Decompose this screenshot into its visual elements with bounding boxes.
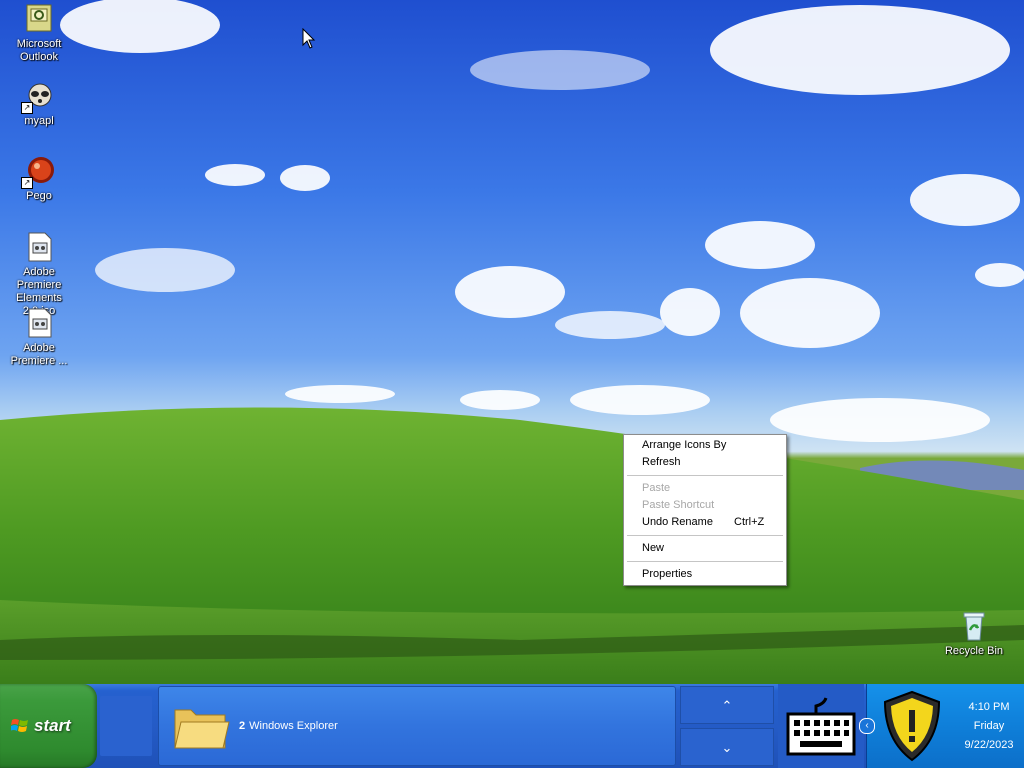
menu-accelerator: Ctrl+Z — [734, 516, 765, 528]
desktop-context-menu: Arrange Icons By Refresh Paste Paste Sho… — [623, 434, 787, 586]
language-bar[interactable] — [778, 684, 864, 768]
taskbar-scroll: ⌃ ⌄ — [678, 684, 776, 768]
menu-item-paste-shortcut[interactable]: Paste Shortcut — [624, 497, 786, 514]
menu-item-undo-rename[interactable]: Undo Rename Ctrl+Z — [624, 514, 786, 531]
menu-item-paste[interactable]: Paste — [624, 480, 786, 497]
menu-separator — [627, 475, 783, 476]
iso-file-icon — [23, 231, 55, 263]
start-button[interactable]: start — [0, 684, 97, 768]
menu-separator — [627, 535, 783, 536]
shortcut-arrow-icon: ↗ — [21, 102, 33, 114]
outlook-icon — [23, 3, 55, 35]
desktop-icon-premiere[interactable]: Adobe Premiere ... — [1, 307, 77, 368]
clock-day: Friday — [973, 720, 1005, 732]
menu-item-properties[interactable]: Properties — [624, 566, 786, 583]
taskbar-scroll-down-button[interactable]: ⌄ — [680, 728, 774, 766]
keyboard-icon — [786, 697, 856, 756]
task-group-count: 2 — [239, 720, 246, 732]
quick-launch-area — [100, 696, 152, 756]
desktop-icon-label: Microsoft Outlook — [16, 38, 62, 63]
desktop-icon-label: Pego — [26, 190, 52, 202]
desktop-icon-myapl[interactable]: ↗ myapl — [1, 80, 77, 128]
menu-item-new[interactable]: New — [624, 540, 786, 557]
desktop-icon-label: Adobe Premiere ... — [10, 342, 68, 367]
shortcut-arrow-icon: ↗ — [21, 177, 33, 189]
desktop[interactable]: Microsoft Outlook ↗ myapl ↗ Pego Adobe P… — [0, 0, 1024, 684]
taskbar-group-windows-explorer[interactable]: 2 Windows Explorer — [158, 686, 676, 766]
menu-item-refresh[interactable]: Refresh — [624, 454, 786, 471]
desktop-icon-label: myapl — [24, 115, 54, 127]
desktop-icon-iso[interactable]: Adobe Premiere Elements 2.0.iso — [1, 231, 77, 318]
pego-icon: ↗ — [21, 155, 55, 189]
security-shield-icon[interactable] — [881, 690, 943, 762]
bliss-wallpaper — [0, 0, 1024, 684]
desktop-icon-pego[interactable]: ↗ Pego — [1, 155, 77, 203]
premiere-file-icon — [23, 307, 55, 339]
mouse-cursor-icon — [302, 28, 316, 49]
task-group-label: Windows Explorer — [249, 720, 338, 732]
folder-icon — [174, 709, 230, 749]
windows-flag-icon — [11, 719, 28, 732]
start-label: start — [34, 716, 71, 735]
desktop-icon-outlook[interactable]: Microsoft Outlook — [1, 3, 77, 64]
clock[interactable]: 4:10 PM Friday 9/22/2023 — [953, 698, 1024, 755]
menu-item-arrange-icons-by[interactable]: Arrange Icons By — [624, 437, 786, 454]
desktop-icon-label: Recycle Bin — [944, 645, 1004, 657]
clock-date: 9/22/2023 — [964, 739, 1014, 751]
system-tray: ‹ 4:10 PM Friday 9/22/2023 — [859, 684, 1024, 768]
show-hidden-icons-chevron-icon[interactable]: ‹ — [859, 718, 875, 734]
myapl-icon: ↗ — [21, 80, 55, 114]
taskbar: start 2 Windows Explorer ⌃ ⌄ ‹ 4:10 PM F… — [0, 684, 1024, 768]
recycle-bin-icon — [958, 610, 990, 642]
menu-separator — [627, 561, 783, 562]
desktop-icon-recycle-bin[interactable]: Recycle Bin — [936, 610, 1012, 658]
taskbar-scroll-up-button[interactable]: ⌃ — [680, 686, 774, 724]
clock-time: 4:10 PM — [968, 701, 1010, 713]
